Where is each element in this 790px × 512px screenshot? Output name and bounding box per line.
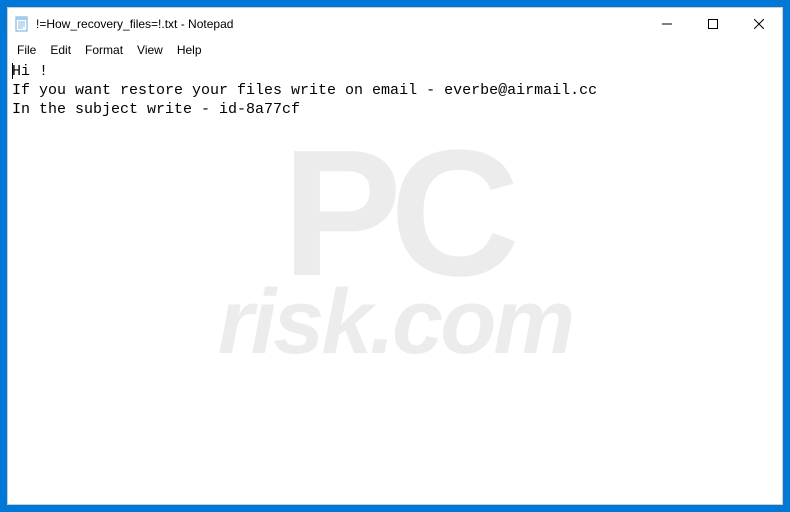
content-line: Hi ! (12, 63, 48, 80)
menu-help[interactable]: Help (170, 42, 209, 58)
menu-edit[interactable]: Edit (43, 42, 78, 58)
titlebar[interactable]: !=How_recovery_files=!.txt - Notepad (8, 8, 782, 40)
close-icon (754, 19, 764, 29)
close-button[interactable] (736, 8, 782, 40)
text-area[interactable]: Hi ! If you want restore your files writ… (8, 60, 782, 504)
content-line: In the subject write - id-8a77cf (12, 101, 300, 118)
notepad-window: !=How_recovery_files=!.txt - Notepad Fil… (7, 7, 783, 505)
menu-view[interactable]: View (130, 42, 170, 58)
minimize-button[interactable] (644, 8, 690, 40)
menu-file[interactable]: File (10, 42, 43, 58)
menu-format[interactable]: Format (78, 42, 130, 58)
menubar: File Edit Format View Help (8, 40, 782, 60)
window-title: !=How_recovery_files=!.txt - Notepad (36, 17, 644, 31)
text-caret (12, 63, 13, 79)
content-line: If you want restore your files write on … (12, 82, 597, 99)
maximize-button[interactable] (690, 8, 736, 40)
maximize-icon (708, 19, 718, 29)
minimize-icon (662, 19, 672, 29)
notepad-icon (14, 16, 30, 32)
window-controls (644, 8, 782, 40)
